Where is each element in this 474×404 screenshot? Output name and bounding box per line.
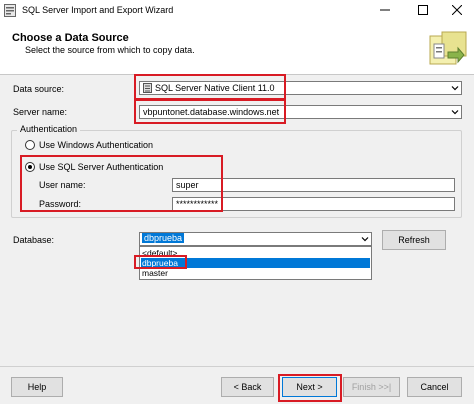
maximize-icon xyxy=(418,5,428,15)
database-option[interactable]: <default> xyxy=(141,248,370,258)
finish-button[interactable]: Finish >>| xyxy=(343,377,400,397)
page-subtitle: Select the source from which to copy dat… xyxy=(25,45,195,55)
database-value: dbprueba xyxy=(142,233,185,243)
help-button[interactable]: Help xyxy=(11,377,63,397)
sql-auth-label[interactable]: Use SQL Server Authentication xyxy=(39,162,163,172)
wizard-graphic-icon xyxy=(429,31,467,65)
authentication-group-label: Authentication xyxy=(17,124,81,134)
cancel-button[interactable]: Cancel xyxy=(407,377,462,397)
sql-auth-radio[interactable] xyxy=(25,162,35,172)
refresh-button[interactable]: Refresh xyxy=(382,230,446,250)
maximize-button[interactable] xyxy=(408,2,438,20)
minimize-icon xyxy=(380,9,390,11)
wizard-header: Choose a Data Source Select the source f… xyxy=(0,22,474,75)
data-source-value: SQL Server Native Client 11.0 xyxy=(155,83,275,93)
database-option-selected[interactable]: dbprueba xyxy=(141,258,370,268)
windows-auth-radio[interactable] xyxy=(25,140,35,150)
database-option[interactable]: master xyxy=(141,268,370,278)
title-bar: SQL Server Import and Export Wizard xyxy=(0,0,474,22)
chevron-down-icon xyxy=(451,86,459,91)
chevron-down-icon xyxy=(361,237,369,242)
close-button[interactable] xyxy=(442,2,472,20)
database-select[interactable]: dbprueba xyxy=(139,232,372,246)
close-icon xyxy=(451,4,463,16)
password-label: Password: xyxy=(39,199,82,209)
window-title: SQL Server Import and Export Wizard xyxy=(22,5,174,15)
password-input[interactable]: ************ xyxy=(172,197,455,211)
user-name-input[interactable]: super xyxy=(172,178,455,192)
radio-selected-dot xyxy=(28,165,32,169)
windows-auth-label[interactable]: Use Windows Authentication xyxy=(39,140,153,150)
data-source-select[interactable]: SQL Server Native Client 11.0 xyxy=(139,81,462,95)
data-source-label: Data source: xyxy=(13,84,65,94)
server-name-value: vbpuntonet.database.windows.net xyxy=(143,107,280,117)
page-title: Choose a Data Source xyxy=(12,32,129,44)
database-label: Database: xyxy=(13,235,55,245)
user-name-label: User name: xyxy=(39,180,86,190)
minimize-button[interactable] xyxy=(370,2,400,20)
chevron-down-icon xyxy=(451,110,459,115)
next-button[interactable]: Next > xyxy=(282,377,337,397)
database-dropdown-list: <default> dbprueba master xyxy=(139,246,372,280)
server-name-select[interactable]: vbpuntonet.database.windows.net xyxy=(139,105,462,119)
back-button[interactable]: < Back xyxy=(221,377,274,397)
wizard-app-icon xyxy=(4,4,16,17)
server-name-label: Server name: xyxy=(13,107,68,117)
divider xyxy=(0,366,474,367)
database-driver-icon xyxy=(143,83,152,93)
